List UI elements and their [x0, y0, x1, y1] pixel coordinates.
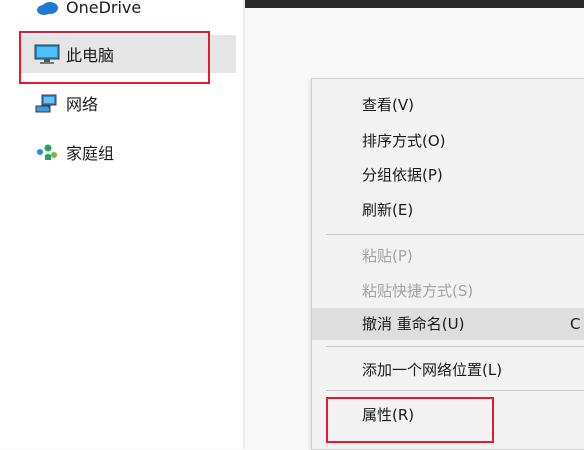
menu-separator: [326, 346, 584, 347]
menu-separator: [326, 234, 584, 235]
homegroup-icon: [34, 141, 60, 163]
menu-label-paste-shortcut: 粘贴快捷方式(S): [362, 282, 474, 300]
menu-item-add-network-location[interactable]: 添加一个网络位置(L): [312, 354, 584, 386]
network-icon: [34, 92, 60, 114]
menu-separator: [326, 390, 584, 391]
menu-item-sort-by[interactable]: 排序方式(O): [312, 125, 584, 157]
menu-label-paste: 粘贴(P): [362, 247, 413, 265]
nav-label-network: 网络: [66, 95, 99, 114]
highlight-box-properties: [326, 397, 494, 443]
menu-item-view[interactable]: 查看(V): [312, 89, 584, 121]
menu-item-group-by[interactable]: 分组依据(P): [312, 159, 584, 191]
menu-item-refresh[interactable]: 刷新(E): [312, 194, 584, 226]
menu-shortcut-undo-rename: C: [570, 315, 581, 333]
highlight-box-this-pc: [19, 31, 210, 84]
menu-label-group-by: 分组依据(P): [362, 166, 443, 184]
window-top-strip: [245, 0, 584, 8]
menu-item-undo-rename[interactable]: 撤消 重命名(U) C: [312, 308, 584, 340]
menu-label-sort-by: 排序方式(O): [362, 132, 446, 150]
onedrive-cloud-icon: [34, 0, 60, 18]
nav-item-homegroup[interactable]: 家庭组: [20, 133, 236, 171]
menu-label-add-network-location: 添加一个网络位置(L): [362, 361, 503, 379]
menu-label-refresh: 刷新(E): [362, 201, 414, 219]
pane-divider: [243, 0, 245, 449]
menu-item-paste: 粘贴(P): [312, 240, 584, 272]
menu-label-view: 查看(V): [362, 96, 414, 114]
menu-item-paste-shortcut: 粘贴快捷方式(S): [312, 275, 584, 307]
nav-item-onedrive[interactable]: OneDrive: [20, 0, 236, 26]
navigation-pane: OneDrive 此电脑 网络 家庭组: [0, 0, 243, 449]
nav-label-onedrive: OneDrive: [66, 0, 142, 17]
nav-label-homegroup: 家庭组: [66, 144, 115, 163]
nav-item-network[interactable]: 网络: [20, 84, 236, 122]
menu-label-undo-rename: 撤消 重命名(U): [362, 315, 465, 333]
context-menu: 查看(V) 排序方式(O) 分组依据(P) 刷新(E) 粘贴(P) 粘贴快捷方式…: [311, 78, 584, 450]
